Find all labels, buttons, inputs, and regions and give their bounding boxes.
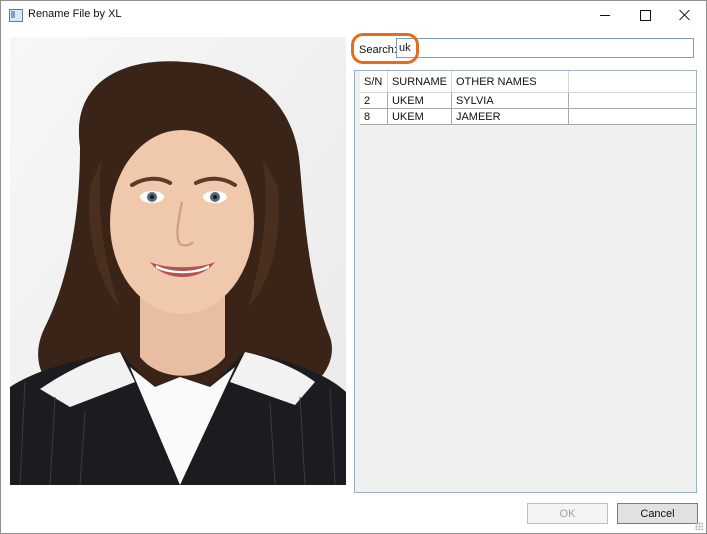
- column-header-filler: [568, 71, 696, 93]
- table-header-row: S/N SURNAME OTHER NAMES: [360, 71, 696, 93]
- cell-surname: UKEM: [387, 108, 452, 125]
- results-grid[interactable]: S/N SURNAME OTHER NAMES 2 UKEM SYLVIA 8 …: [354, 70, 697, 493]
- column-header-sn[interactable]: S/N: [360, 71, 388, 93]
- cell-surname: UKEM: [387, 92, 452, 109]
- ok-button[interactable]: OK: [527, 503, 608, 524]
- column-header-surname[interactable]: SURNAME: [387, 71, 452, 93]
- person-photo: [10, 37, 346, 485]
- column-header-other-names[interactable]: OTHER NAMES: [451, 71, 569, 93]
- cancel-button[interactable]: Cancel: [617, 503, 698, 524]
- cell-sn: 2: [360, 92, 388, 109]
- search-label: Search:: [359, 44, 397, 56]
- table-row[interactable]: 8 UKEM JAMEER: [360, 108, 696, 125]
- close-button[interactable]: [665, 1, 705, 29]
- close-icon: [679, 9, 691, 21]
- minimize-icon: [600, 14, 610, 16]
- title-bar: Rename File by XL: [1, 1, 706, 29]
- resize-grip[interactable]: [695, 522, 703, 530]
- cell-sn: 8: [360, 108, 388, 125]
- maximize-icon: [639, 9, 651, 21]
- app-window-icon: [9, 9, 23, 22]
- table-row[interactable]: 2 UKEM SYLVIA: [360, 92, 696, 109]
- maximize-button[interactable]: [625, 1, 665, 29]
- results-table: S/N SURNAME OTHER NAMES 2 UKEM SYLVIA 8 …: [360, 71, 696, 125]
- portrait-image: [10, 37, 346, 485]
- cell-other-names: JAMEER: [451, 108, 569, 125]
- cell-other-names: SYLVIA: [451, 92, 569, 109]
- rename-file-window: Rename File by XL Search: uk S/N SURNAME…: [0, 0, 707, 534]
- window-title: Rename File by XL: [28, 8, 122, 20]
- search-input[interactable]: [396, 38, 694, 58]
- cell-filler: [568, 92, 696, 109]
- cell-filler: [568, 108, 696, 125]
- minimize-button[interactable]: [585, 1, 625, 29]
